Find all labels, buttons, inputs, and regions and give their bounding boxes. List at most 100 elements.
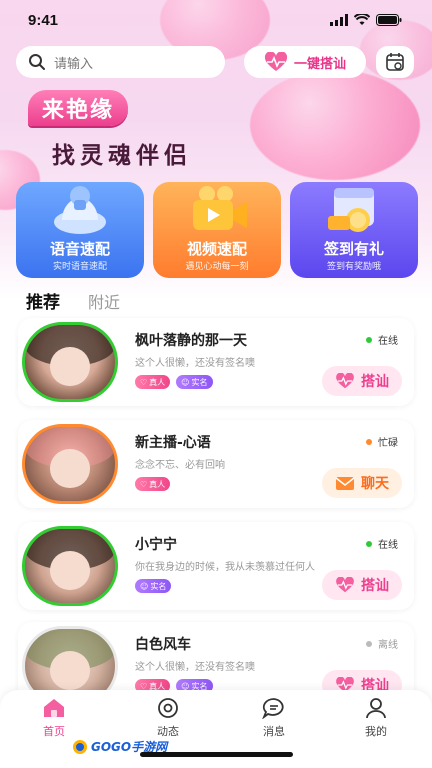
feature-video-match[interactable]: 视频速配 遇见心动每一刻 [153,182,281,278]
nav-label: 消息 [263,725,285,738]
badge-verified-icon: ☺ [181,377,190,387]
tag-label: 真人 [149,479,166,489]
user-signature: 念念不忘、必有回响 [135,460,225,471]
status-label: 在线 [378,336,398,347]
nav-home[interactable]: 首页 [24,696,84,739]
user-status: 在线 [366,332,398,347]
feature-title: 签到有礼 [323,240,384,258]
status-label: 忙碌 [378,438,398,449]
feature-subtitle: 签到有奖励哦 [326,262,381,272]
user-tags: ♡ 真人 [135,477,171,491]
feature-title: 语音速配 [49,240,110,258]
user-name: 枫叶落静的那一天 [135,333,247,349]
status-label: 离线 [378,640,398,651]
avatar-face [50,651,90,690]
calendar-icon [386,53,404,71]
nav-label: 动态 [157,725,179,738]
feature-voice-match[interactable]: 语音速配 实时语音速配 [16,182,144,278]
tag-label: 实名 [191,377,208,387]
user-name: 新主播-心语 [135,435,211,451]
greet-button[interactable]: 搭讪 [322,366,402,396]
feature-subtitle: 实时语音速配 [52,262,107,272]
envelope-icon [335,477,355,490]
status-dot [366,336,372,343]
badge-verified-icon: ☺ [140,581,149,591]
profile-icon [366,698,386,719]
status-label: 在线 [378,540,398,551]
heart-wave-icon [264,52,287,71]
heart-decoration [250,70,420,180]
avatar[interactable] [22,424,118,504]
user-card[interactable]: 新主播-心语 念念不忘、必有回响 ♡ 真人 忙碌 聊天 [18,420,414,508]
user-signature: 你在我身边的时候，我从未羡慕过任何人 [135,562,315,573]
nav-profile[interactable]: 我的 [346,696,406,739]
avatar-face [50,449,90,488]
moments-icon [158,698,178,718]
avatar[interactable] [22,322,118,402]
user-name: 白色风车 [135,637,191,653]
nav-moments[interactable]: 动态 [138,696,198,739]
status-dot [366,540,372,547]
headset-icon [54,186,106,234]
tag-label: 真人 [149,377,166,387]
calendar-gift-icon [328,188,374,232]
home-icon [44,699,64,717]
tag-real: ♡ 真人 [135,477,171,491]
tab-nearby[interactable]: 附近 [88,289,120,313]
tag-verified: ☺ 实名 [176,375,213,389]
badge-real-icon: ♡ [140,377,148,387]
badge-real-icon: ♡ [140,479,148,489]
avatar-face [50,347,90,386]
tag-verified: ☺ 实名 [135,579,172,593]
feature-checkin-reward[interactable]: 签到有礼 签到有奖励哦 [290,182,418,278]
feature-title: 视频速配 [186,240,247,258]
search-placeholder: 请输入 [54,56,94,72]
one-click-match-button[interactable]: 一键搭讪 [244,46,366,78]
nav-label: 我的 [365,725,387,738]
greet-button[interactable]: 搭讪 [322,570,402,600]
user-tags: ☺ 实名 [135,579,172,593]
heart-wave-icon [336,577,354,593]
status-dot [366,640,372,647]
user-tags: ♡ 真人 ☺ 实名 [135,375,213,389]
user-status: 在线 [366,536,398,551]
watermark-logo-icon [73,739,87,754]
message-icon [262,698,284,719]
signal-icon [330,14,348,26]
greet-label: 搭讪 [361,578,389,594]
tab-recommend[interactable]: 推荐 [26,288,60,313]
status-bar: 9:41 [0,0,432,40]
heart-wave-icon [336,373,354,389]
battery-icon [376,14,402,26]
home-indicator [140,752,293,757]
user-status: 离线 [366,636,398,651]
user-status: 忙碌 [366,434,398,449]
user-signature: 这个人很懒，还没有签名噢 [135,358,255,369]
avatar[interactable] [22,526,118,606]
tag-real: ♡ 真人 [135,375,171,389]
feed-tabs: 推荐 附近 [26,288,120,313]
search-input[interactable]: 请输入 [16,46,225,78]
banner-tagline-bottom: 找灵魂伴侣 [52,143,192,169]
nav-messages[interactable]: 消息 [244,696,304,739]
checkin-button[interactable] [376,46,414,78]
video-camera-icon [193,186,247,230]
tag-label: 实名 [150,581,167,591]
avatar-face [50,551,90,590]
wifi-icon [354,14,370,25]
chat-button[interactable]: 聊天 [322,468,402,498]
banner-tagline-top: 来艳缘 [28,90,129,126]
status-dot [366,438,372,445]
status-icons [330,14,402,26]
nav-label: 首页 [43,725,65,738]
greet-label: 搭讪 [361,374,389,390]
one-click-match-label: 一键搭讪 [293,56,346,72]
search-icon [29,54,45,70]
feature-subtitle: 遇见心动每一刻 [185,262,249,272]
chat-label: 聊天 [361,476,389,492]
status-time: 9:41 [28,11,59,29]
user-name: 小宁宁 [135,537,177,553]
user-card[interactable]: 枫叶落静的那一天 这个人很懒，还没有签名噢 ♡ 真人 ☺ 实名 在线 搭讪 [18,318,414,406]
user-signature: 这个人很懒，还没有签名噢 [135,662,255,673]
user-card[interactable]: 小宁宁 你在我身边的时候，我从未羡慕过任何人 ☺ 实名 在线 搭讪 [18,522,414,610]
